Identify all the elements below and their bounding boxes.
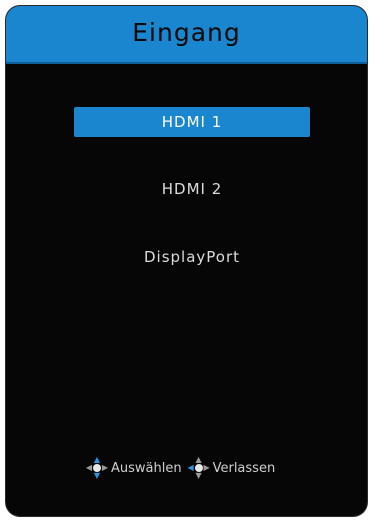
- joystick-left-icon: ▲ ◀ ▶ ▼: [187, 455, 210, 480]
- osd-title: Eingang: [132, 18, 241, 47]
- osd-header: Eingang: [6, 6, 367, 64]
- menu-item-hdmi-2[interactable]: HDMI 2: [74, 174, 310, 204]
- joystick-up-down-icon: ▲ ◀ ▶ ▼: [85, 455, 109, 480]
- menu-item-hdmi-1[interactable]: HDMI 1: [74, 107, 310, 137]
- exit-hint-label: Verlassen: [212, 460, 276, 476]
- osd-footer-hints: ▲ ◀ ▶ ▼ Auswählen ▲ ◀ ▶ ▼ Verlassen: [85, 455, 276, 480]
- menu-item-displayport[interactable]: DisplayPort: [74, 242, 310, 272]
- osd-menu-panel: Eingang HDMI 1 HDMI 2 DisplayPort ▲ ◀ ▶ …: [6, 6, 367, 516]
- select-hint-label: Auswählen: [111, 460, 182, 476]
